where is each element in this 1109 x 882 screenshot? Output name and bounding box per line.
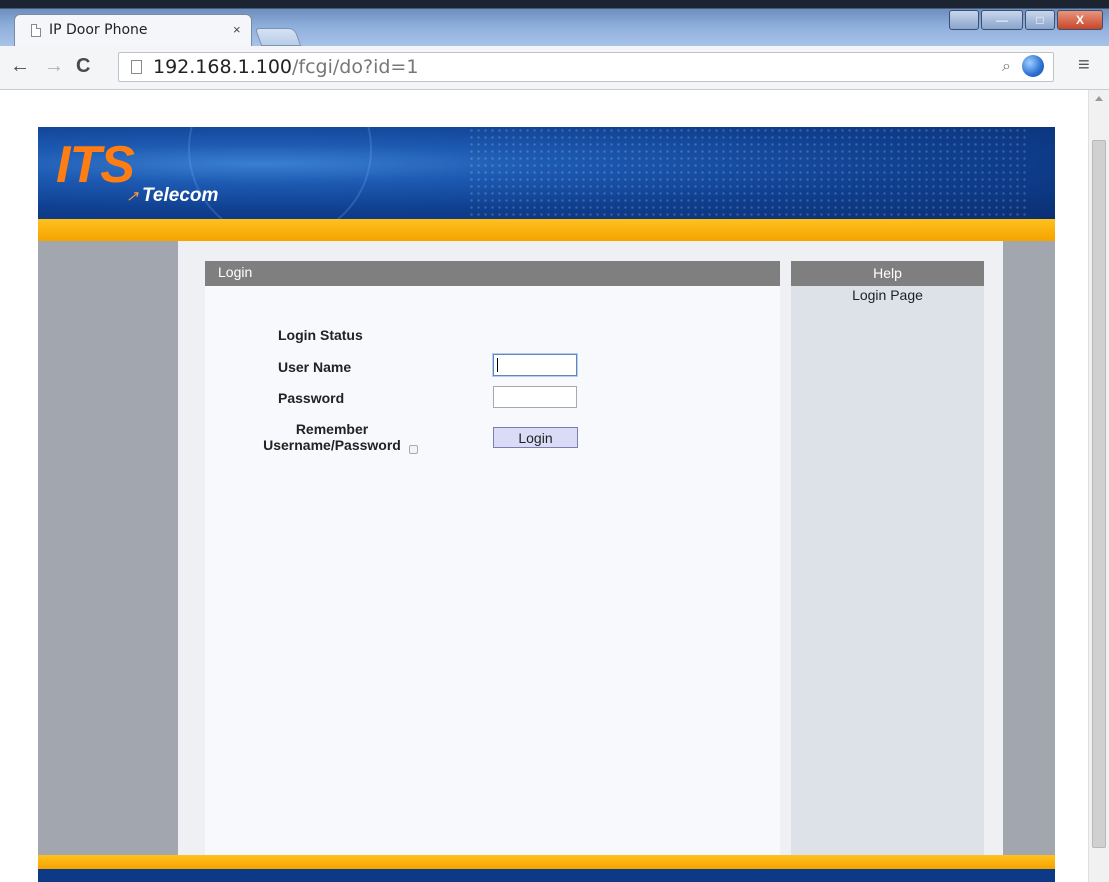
forward-arrow-icon[interactable]: → — [44, 56, 64, 76]
login-panel-header: Login — [205, 261, 780, 286]
back-arrow-icon[interactable]: ← — [10, 56, 30, 76]
zoom-icon[interactable]: ⌕ — [1002, 58, 1011, 76]
tab-title: IP Door Phone — [49, 22, 148, 38]
user-profile-icon[interactable] — [949, 10, 979, 30]
tab-close-icon[interactable]: × — [233, 22, 241, 37]
password-label: Password — [278, 390, 345, 406]
help-panel — [791, 261, 984, 855]
url-text[interactable]: 192.168.1.100/fcgi/do?id=1 — [153, 56, 418, 78]
login-button[interactable]: Login — [493, 427, 578, 448]
minimize-button[interactable]: — — [981, 10, 1023, 30]
logo-arrow-icon: ↗ — [126, 188, 139, 205]
url-host: 192.168.1.100 — [153, 56, 293, 78]
browser-toolbar: ← → C 192.168.1.100/fcgi/do?id=1 ⌕ ☆ ≡ — [0, 46, 1109, 90]
text-caret — [497, 358, 498, 372]
menu-icon[interactable]: ≡ — [1078, 54, 1090, 77]
username-label: User Name — [278, 359, 352, 375]
telecom-logo-text: Telecom — [142, 185, 219, 206]
username-field[interactable] — [493, 354, 577, 376]
window-controls: — □ X — [949, 10, 1103, 32]
footer-band — [38, 869, 1055, 882]
url-path: /fcgi/do?id=1 — [292, 56, 419, 78]
address-bar[interactable]: 192.168.1.100/fcgi/do?id=1 ⌕ ☆ — [118, 52, 1054, 82]
yellow-divider — [38, 219, 1055, 241]
page-icon — [31, 24, 41, 37]
remember-checkbox[interactable] — [409, 445, 418, 454]
password-field[interactable] — [493, 386, 577, 408]
help-panel-header: Help — [791, 261, 984, 286]
login-status-label: Login Status — [278, 327, 363, 343]
help-text: Login Page — [852, 287, 923, 303]
close-window-button[interactable]: X — [1057, 10, 1103, 30]
browser-tab[interactable]: IP Door Phone × — [14, 14, 252, 46]
maximize-button[interactable]: □ — [1025, 10, 1055, 30]
its-logo: ITS — [56, 136, 135, 194]
header-banner: ITS ↗ Telecom — [38, 127, 1055, 219]
page-viewport: ITS ↗ Telecom Login Help Login Page Logi… — [0, 90, 1109, 882]
login-panel — [205, 261, 780, 855]
yellow-footer-divider — [38, 855, 1055, 869]
right-margin — [1003, 241, 1055, 855]
globe-extension-icon[interactable] — [1022, 55, 1044, 77]
remember-label: Remember Username/Password — [263, 421, 401, 453]
browser-titlebar: IP Door Phone × — □ X — [0, 0, 1109, 46]
new-tab-button[interactable] — [254, 28, 302, 46]
left-margin — [38, 241, 178, 855]
page-icon — [131, 60, 142, 74]
banner-dot-pattern — [468, 127, 1028, 219]
reload-icon[interactable]: C — [76, 56, 90, 76]
scrollbar-thumb[interactable] — [1092, 140, 1106, 848]
vertical-scrollbar[interactable] — [1088, 90, 1109, 882]
scroll-up-arrow-icon[interactable] — [1095, 96, 1103, 101]
